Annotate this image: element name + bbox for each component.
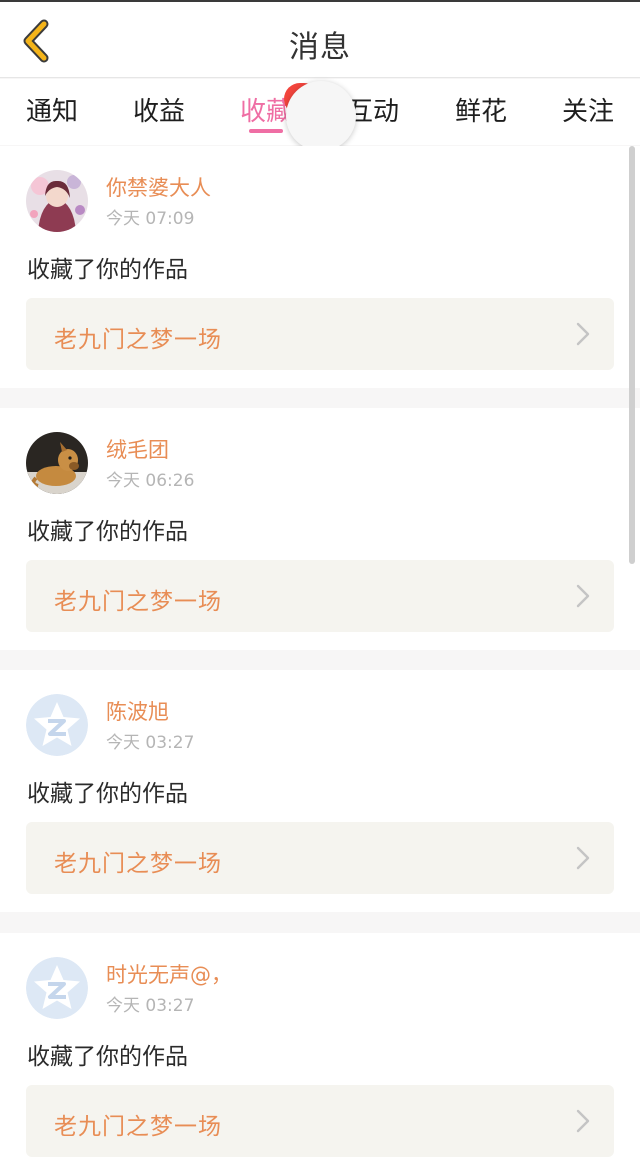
username[interactable]: 你禁婆大人 [106,172,211,202]
action-text: 收藏了你的作品 [27,519,188,545]
tab-flowers[interactable]: 鲜花 [438,91,524,128]
work-title: 老九门之梦一场 [54,327,222,353]
timestamp: 今天 03:27 [106,733,195,753]
header-bar: 消息 [0,2,640,78]
chevron-right-icon [576,322,590,346]
work-link[interactable]: 老九门之梦一场 [26,298,614,370]
avatar[interactable] [26,170,88,232]
username[interactable]: 绒毛团 [106,434,169,464]
chevron-right-icon [576,584,590,608]
action-text: 收藏了你的作品 [27,1044,188,1070]
list-item[interactable]: 陈波旭 今天 03:27 收藏了你的作品 老九门之梦一场 [0,670,640,912]
chevron-right-icon [576,846,590,870]
work-link[interactable]: 老九门之梦一场 [26,560,614,632]
scrollbar[interactable] [629,146,635,564]
floating-touch-button[interactable] [286,81,356,151]
avatar[interactable] [26,957,88,1019]
work-title: 老九门之梦一场 [54,1114,222,1140]
avatar[interactable] [26,694,88,756]
default-star-avatar-icon [26,694,88,756]
timestamp: 今天 07:09 [106,209,195,229]
action-text: 收藏了你的作品 [27,257,188,283]
anime-girl-avatar-icon [26,170,88,232]
list-item[interactable]: 绒毛团 今天 06:26 收藏了你的作品 老九门之梦一场 [0,408,640,650]
active-tab-indicator [249,129,283,133]
work-link[interactable]: 老九门之梦一场 [26,822,614,894]
action-text: 收藏了你的作品 [27,781,188,807]
work-title: 老九门之梦一场 [54,851,222,877]
dog-photo-avatar-icon [26,432,88,494]
tab-earnings[interactable]: 收益 [116,91,202,128]
username[interactable]: 陈波旭 [106,696,169,726]
timestamp: 今天 03:27 [106,996,195,1016]
work-link[interactable]: 老九门之梦一场 [26,1085,614,1157]
tab-follow[interactable]: 关注 [545,91,631,128]
list-item[interactable]: 时光无声@， 今天 03:27 收藏了你的作品 老九门之梦一场 [0,933,640,1165]
work-title: 老九门之梦一场 [54,589,222,615]
username[interactable]: 时光无声@， [106,959,232,989]
tab-notice[interactable]: 通知 [9,91,95,128]
avatar[interactable] [26,432,88,494]
list-item[interactable]: 你禁婆大人 今天 07:09 收藏了你的作品 老九门之梦一场 [0,146,640,388]
app-screen: 消息 通知 收益 收藏 4 互动 鲜花 关注 [0,0,640,1165]
page-title: 消息 [289,30,351,65]
default-star-avatar-icon [26,957,88,1019]
chevron-right-icon [576,1109,590,1133]
timestamp: 今天 06:26 [106,471,195,491]
